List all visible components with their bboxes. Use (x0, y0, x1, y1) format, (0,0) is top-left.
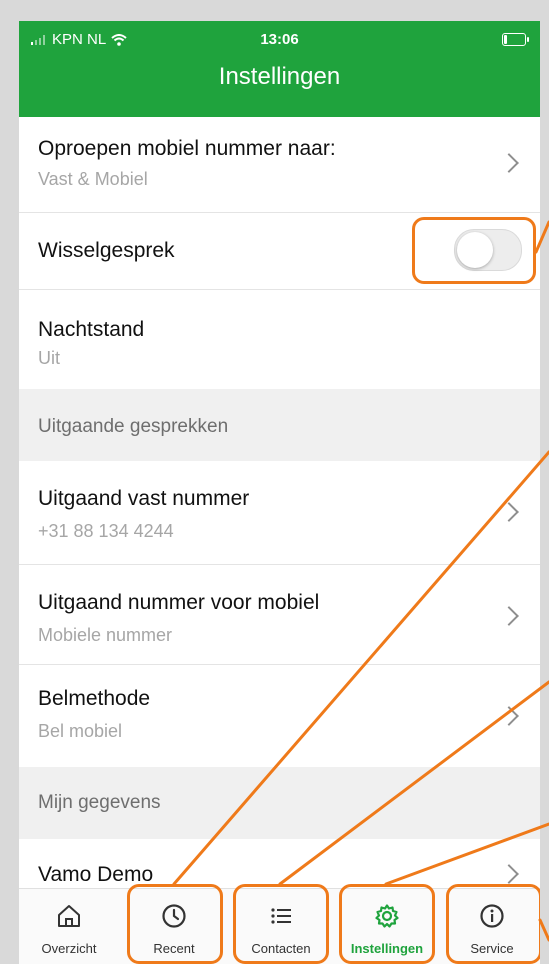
page-title: Instellingen (218, 63, 341, 90)
section-header-my-data: Mijn gegevens (19, 767, 540, 839)
chevron-right-icon (499, 502, 519, 522)
section-title: Mijn gegevens (38, 792, 161, 813)
app-header: KPN NL 13:06 Instellingen (19, 21, 540, 117)
setting-title: Belmethode (38, 687, 151, 710)
chevron-right-icon (499, 606, 519, 626)
chevron-right-icon (499, 153, 519, 173)
setting-value: +31 88 134 4244 (38, 521, 174, 541)
setting-value: Mobiele nummer (38, 625, 173, 645)
setting-night-mode[interactable]: Nachtstand Uit (19, 290, 540, 389)
status-time: 13:06 (260, 31, 299, 48)
battery-icon (502, 33, 529, 46)
setting-title: Oproepen mobiel nummer naar: (38, 137, 336, 160)
chevron-right-icon (499, 706, 519, 726)
tab-overzicht[interactable]: Overzicht (19, 889, 119, 964)
annotation-highlight-service (446, 884, 540, 964)
setting-value: Uit (38, 348, 60, 368)
phone-screen: KPN NL 13:06 Instellingen Oproepen mobie… (19, 21, 540, 964)
annotation-highlight-instellingen (339, 884, 435, 964)
setting-outgoing-mobile[interactable]: Uitgaand nummer voor mobiel Mobiele numm… (19, 565, 540, 665)
home-icon (58, 905, 80, 927)
chevron-right-icon (499, 864, 519, 884)
tab-label: Overzicht (41, 941, 97, 956)
setting-outgoing-fixed[interactable]: Uitgaand vast nummer +31 88 134 4244 (19, 461, 540, 565)
setting-title: Uitgaand vast nummer (38, 487, 250, 510)
section-title: Uitgaande gesprekken (38, 416, 229, 437)
setting-title: Uitgaand nummer voor mobiel (38, 591, 320, 614)
annotation-highlight-contacten (233, 884, 329, 964)
setting-title: Nachtstand (38, 318, 145, 341)
callout-line-service (538, 918, 549, 942)
annotation-highlight-recent (127, 884, 223, 964)
setting-title: Wisselgesprek (38, 239, 175, 262)
section-header-outgoing: Uitgaande gesprekken (19, 389, 540, 461)
setting-forwarding[interactable]: Oproepen mobiel nummer naar: Vast & Mobi… (19, 117, 540, 213)
setting-call-method[interactable]: Belmethode Bel mobiel (19, 665, 540, 767)
annotation-highlight-toggle (412, 217, 536, 284)
setting-value: Bel mobiel (38, 721, 123, 741)
setting-value: Vast & Mobiel (38, 169, 148, 189)
